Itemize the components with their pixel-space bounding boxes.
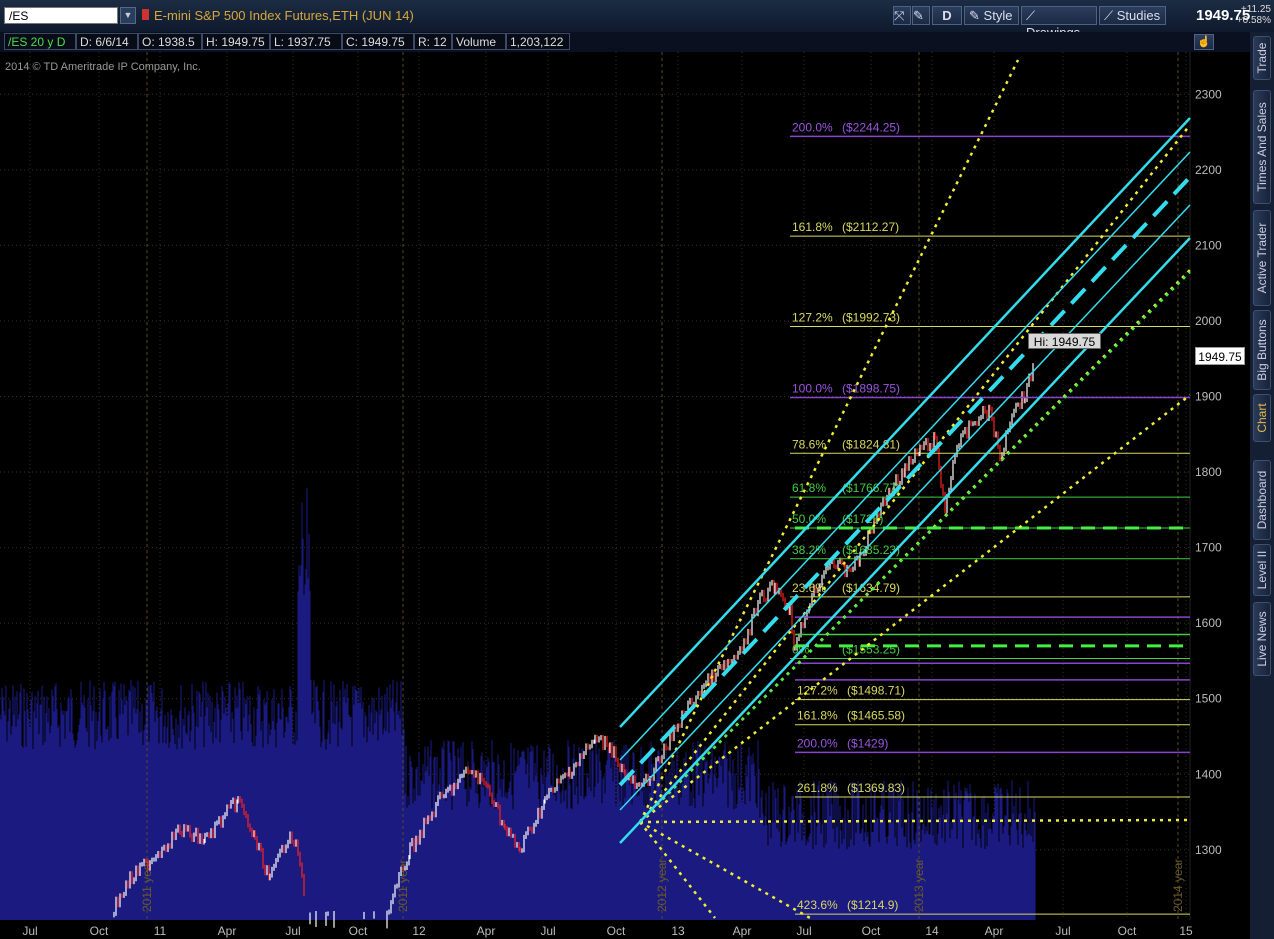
- time-axis-label: Apr: [985, 924, 1004, 938]
- channel-line: [619, 117, 1191, 728]
- price-axis-label: 1800: [1195, 465, 1222, 479]
- fib-percent: 127.2%: [792, 310, 833, 324]
- fib-value: ($1369.83): [847, 781, 905, 795]
- tab-level-ii-label: Level II: [1255, 550, 1269, 590]
- price-axis-label: 1500: [1195, 692, 1222, 706]
- tab-dashboard-label: Dashboard: [1255, 470, 1269, 530]
- price-axis-label: 2300: [1195, 87, 1222, 101]
- fib-percent: 200.0%: [792, 120, 833, 134]
- price-chart[interactable]: 2011 year 2011 year 2012 year 2013 year 2014…: [0, 0, 1250, 939]
- time-axis-label: Apr: [733, 924, 752, 938]
- tab-active-trader[interactable]: Active Trader: [1253, 210, 1271, 306]
- fan-line: [639, 124, 1191, 823]
- tab-active-trader-label: Active Trader: [1255, 222, 1269, 294]
- time-axis: Jul Oct 11 Apr Jul Oct 12 Apr Jul Oct 13 Apr Jul Oct 1…: [22, 924, 1193, 938]
- fib-value: ($1465.58): [847, 709, 905, 723]
- current-price-tag: 1949.75: [1195, 347, 1245, 365]
- time-axis-label: Oct: [349, 924, 368, 938]
- fib-percent: 161.8%: [792, 220, 833, 234]
- time-axis-label: Jul: [540, 924, 555, 938]
- price-axis-label: 1300: [1195, 843, 1222, 857]
- fib-percent: 261.8%: [797, 781, 838, 795]
- time-axis-label: Oct: [607, 924, 626, 938]
- time-axis-label: Oct: [862, 924, 881, 938]
- time-axis-label: Apr: [477, 924, 496, 938]
- fib-value: ($2244.25): [842, 120, 900, 134]
- tab-times-and-sales-label: Times And Sales: [1255, 102, 1269, 192]
- year-label: 2013 year: [912, 859, 926, 912]
- price-axis-label: 2100: [1195, 238, 1222, 252]
- fib-percent: 127.2%: [797, 684, 838, 698]
- channel-line: [619, 151, 1191, 761]
- time-axis-label: Oct: [90, 924, 109, 938]
- tab-big-buttons[interactable]: Big Buttons: [1253, 310, 1271, 390]
- price-axis-label: 1900: [1195, 390, 1222, 404]
- time-axis-label: 12: [412, 924, 426, 938]
- fib-value: ($1498.71): [847, 684, 905, 698]
- fan-line: [639, 269, 1191, 823]
- tab-trade-label: Trade: [1255, 42, 1269, 74]
- fib-percent: 161.8%: [797, 709, 838, 723]
- price-axis-label: 1700: [1195, 541, 1222, 555]
- fib-percent: 100.0%: [792, 381, 833, 395]
- time-axis-label: 15: [1179, 924, 1193, 938]
- tab-live-news[interactable]: Live News: [1253, 602, 1271, 676]
- fib-value: ($2112.27): [842, 220, 899, 234]
- copyright-text: 2014 © TD Ameritrade IP Company, Inc.: [5, 61, 201, 73]
- tab-live-news-label: Live News: [1255, 611, 1269, 667]
- tab-chart[interactable]: Chart: [1253, 394, 1271, 442]
- fibonacci-levels: 200.0% ($2244.25) 161.8% ($2112.27) 127.2% ($…: [790, 120, 1190, 915]
- price-axis: 2300 2200 2100 2000 1900 1800 1700 1600 1500 1400…: [1195, 87, 1222, 857]
- time-axis-label: 11: [154, 924, 167, 938]
- time-axis-label: Apr: [218, 924, 237, 938]
- high-price-label: Hi: 1949.75: [1028, 333, 1101, 349]
- fib-value: ($1429): [847, 736, 888, 750]
- price-axis-label: 2000: [1195, 314, 1222, 328]
- price-axis-label: 2200: [1195, 163, 1222, 177]
- green-fan-line: [639, 271, 1191, 823]
- time-axis-label: Jul: [22, 924, 37, 938]
- fib-value: ($1824.81): [842, 437, 900, 451]
- fib-value: ($1898.75): [842, 381, 900, 395]
- tab-level-ii[interactable]: Level II: [1253, 544, 1271, 596]
- price-axis-label: 1600: [1195, 616, 1222, 630]
- fib-value: ($1634.79): [842, 581, 900, 595]
- year-label: 2011 year: [140, 860, 154, 912]
- fib-value: ($1214.9): [847, 898, 898, 912]
- fib-percent: 423.6%: [797, 898, 838, 912]
- fib-percent: 200.0%: [797, 736, 838, 750]
- tab-trade[interactable]: Trade: [1253, 36, 1271, 80]
- time-axis-label: Jul: [1055, 924, 1070, 938]
- fib-value: ($1726): [842, 512, 883, 526]
- time-axis-label: Jul: [285, 924, 300, 938]
- year-label: 2014 year: [1171, 859, 1185, 912]
- tab-big-buttons-label: Big Buttons: [1255, 319, 1269, 381]
- tab-chart-label: Chart: [1255, 403, 1269, 433]
- time-axis-label: 13: [671, 924, 685, 938]
- fib-percent: 78.6%: [792, 437, 826, 451]
- regression-channel: [618, 117, 1192, 844]
- time-axis-label: Oct: [1118, 924, 1137, 938]
- time-axis-label: 14: [925, 924, 939, 938]
- price-axis-label: 1400: [1195, 767, 1222, 781]
- time-axis-label: Jul: [796, 924, 811, 938]
- tab-dashboard[interactable]: Dashboard: [1253, 460, 1271, 540]
- year-label: 2012 year: [655, 859, 669, 912]
- tab-times-and-sales[interactable]: Times And Sales: [1253, 90, 1271, 204]
